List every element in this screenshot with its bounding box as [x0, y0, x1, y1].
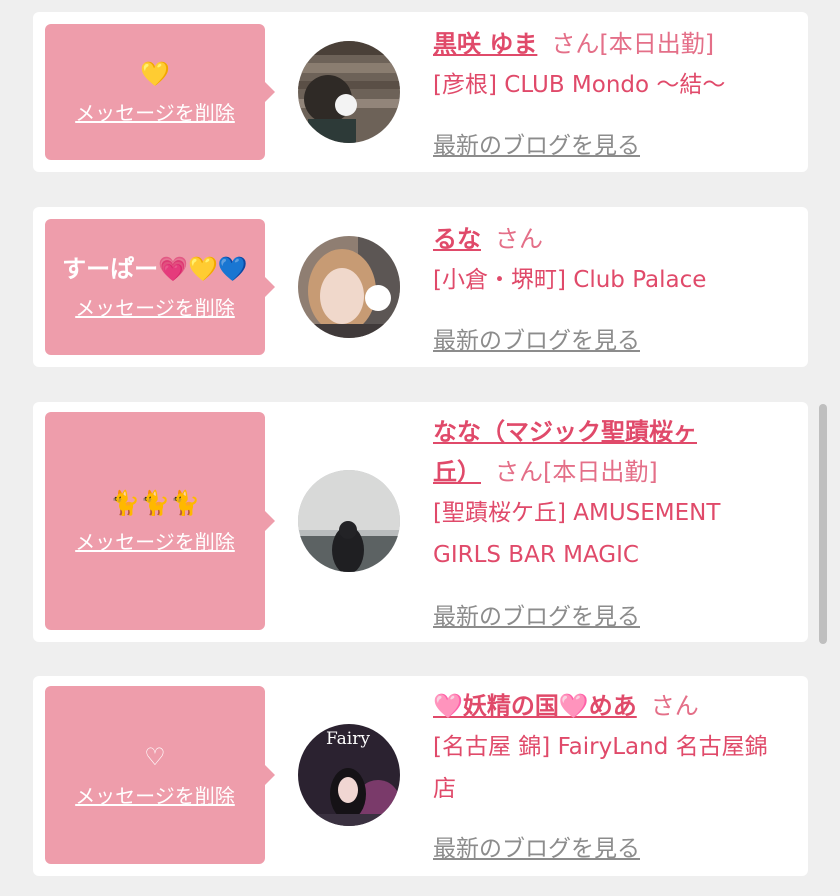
message-box: 💛 メッセージを削除	[45, 24, 275, 160]
delete-message-link[interactable]: メッセージを削除	[75, 292, 235, 321]
cast-name-link[interactable]: るな	[433, 225, 481, 253]
delete-message-link[interactable]: メッセージを削除	[75, 780, 235, 809]
name-suffix: さん	[495, 225, 543, 253]
scrollbar[interactable]	[819, 404, 827, 644]
cast-name-link-continued[interactable]: 丘）	[433, 458, 481, 486]
avatar-text: Fairy	[326, 729, 370, 749]
favorite-card: ♡ メッセージを削除 Fairy 🩷妖精の国🩷めあ さん [名古屋 錦] Fair…	[33, 676, 808, 876]
cast-info: 黒咲 ゆま さん[本日出勤] [彦根] CLUB Mondo 〜結〜	[433, 24, 803, 106]
delete-message-link[interactable]: メッセージを削除	[75, 97, 235, 126]
cast-name-link[interactable]: 黒咲 ゆま	[433, 30, 537, 58]
cast-name-link[interactable]: なな（マジック聖蹟桜ヶ	[433, 418, 697, 446]
name-suffix: さん	[650, 692, 699, 720]
cast-name-link[interactable]: 🩷妖精の国🩷めあ	[433, 692, 637, 720]
cast-info: なな（マジック聖蹟桜ヶ 丘） さん[本日出勤] [聖蹟桜ケ丘] AMUSEMENT…	[433, 412, 803, 576]
shop-name-continued: GIRLS BAR MAGIC	[433, 542, 639, 568]
message-box: すーぱー💗💛💙 メッセージを削除	[45, 219, 275, 355]
shop-name: [名古屋 錦] FairyLand 名古屋錦	[433, 734, 768, 760]
message-text: ♡	[144, 742, 166, 771]
avatar[interactable]: Fairy	[298, 724, 400, 826]
shop-name-continued: 店	[433, 776, 456, 802]
latest-blog-link[interactable]: 最新のブログを見る	[433, 829, 640, 863]
shop-name: [聖蹟桜ケ丘] AMUSEMENT	[433, 500, 721, 526]
latest-blog-link[interactable]: 最新のブログを見る	[433, 597, 640, 631]
message-text: すーぱー💗💛💙	[62, 254, 248, 283]
favorite-card: すーぱー💗💛💙 メッセージを削除 るな さん [小倉・堺町] Club Palac…	[33, 207, 808, 367]
shop-name: [彦根] CLUB Mondo 〜結〜	[433, 72, 726, 98]
favorite-card: 🐈🐈🐈 メッセージを削除 なな（マジック聖蹟桜ヶ 丘） さん[本日出勤] [聖蹟桜…	[33, 402, 808, 642]
shop-name: [小倉・堺町] Club Palace	[433, 267, 707, 293]
cast-info: るな さん [小倉・堺町] Club Palace	[433, 219, 803, 301]
avatar[interactable]	[298, 470, 400, 572]
avatar[interactable]	[298, 236, 400, 338]
message-box: 🐈🐈🐈 メッセージを削除	[45, 412, 275, 630]
message-box: ♡ メッセージを削除	[45, 686, 275, 864]
name-suffix: さん[本日出勤]	[495, 458, 658, 486]
cast-info: 🩷妖精の国🩷めあ さん [名古屋 錦] FairyLand 名古屋錦 店	[433, 686, 803, 810]
favorite-card: 💛 メッセージを削除 黒咲 ゆま さん[本日出勤] [彦根] CLUB Mondo…	[33, 12, 808, 172]
delete-message-link[interactable]: メッセージを削除	[75, 526, 235, 555]
latest-blog-link[interactable]: 最新のブログを見る	[433, 321, 640, 355]
avatar[interactable]	[298, 41, 400, 143]
name-suffix: さん[本日出勤]	[551, 30, 715, 58]
message-text: 🐈🐈🐈	[110, 488, 200, 517]
message-text: 💛	[140, 59, 170, 88]
latest-blog-link[interactable]: 最新のブログを見る	[433, 126, 640, 160]
